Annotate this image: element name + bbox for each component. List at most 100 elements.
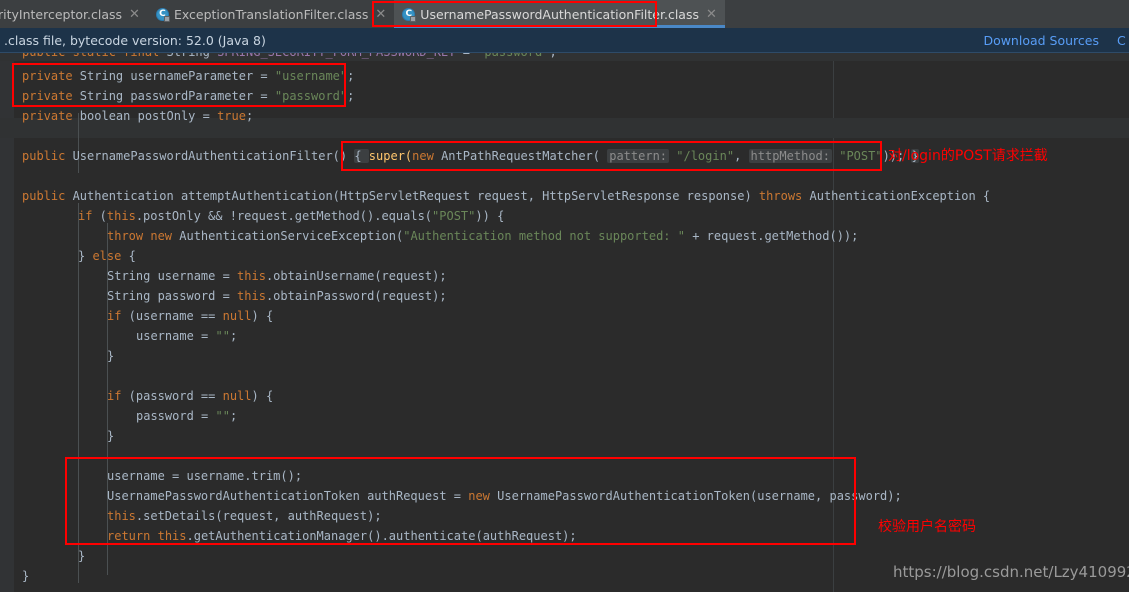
method-signature: Authentication attemptAuthentication(Htt… <box>65 189 759 203</box>
close-icon[interactable]: ✕ <box>375 8 386 21</box>
annotation-note-verify: 校验用户名密码 <box>878 519 976 535</box>
kw-new: new <box>143 229 173 243</box>
authentication-service-exception: AuthenticationServiceException( <box>172 229 404 243</box>
string-password: "password" <box>274 89 348 103</box>
set-details-call: .setDetails(request, authRequest); <box>135 509 382 523</box>
code-content: public static final String SPRING_SECURI… <box>0 53 1129 592</box>
string-login-path: "/login" <box>669 149 735 163</box>
blog-url-watermark: https://blog.csdn.net/Lzy410992 <box>893 563 1129 581</box>
paren-open: ( <box>92 209 107 223</box>
username-null-check: (username == <box>121 309 223 323</box>
kw-null: null <box>222 389 252 403</box>
code-line-auth-request-decl: UsernamePasswordAuthenticationToken auth… <box>107 486 902 506</box>
authenticate-call: .getAuthenticationManager().authenticate… <box>186 529 577 543</box>
string-not-supported: "Authentication method not supported: " <box>403 229 685 243</box>
assign-username: username = <box>136 329 216 343</box>
code-line-username-empty: username = ""; <box>136 326 237 346</box>
code-line-username-trim: username = username.trim(); <box>107 466 302 486</box>
brace-open: { <box>121 249 136 263</box>
code-line-if-username-null: if (username == null) { <box>107 306 273 326</box>
kw-this: this <box>106 209 136 223</box>
code-line-return-authenticate: return this.getAuthenticationManager().a… <box>107 526 577 546</box>
brace-close: } <box>107 349 115 363</box>
semicolon: ; <box>347 69 355 83</box>
code-line-password-empty: password = ""; <box>136 406 237 426</box>
java-class-locked-icon: C <box>402 7 417 22</box>
super-call: super( <box>368 149 413 163</box>
semicolon: ; <box>229 409 238 423</box>
decl-username: String username = <box>107 269 238 283</box>
code-line-obtain-password: String password = this.obtainPassword(re… <box>107 286 447 306</box>
brace-close: } <box>107 429 115 443</box>
code-line-password-parameter: private String passwordParameter = "pass… <box>22 86 354 106</box>
brace-close: } <box>78 549 86 563</box>
kw-this: this <box>107 509 136 523</box>
tab-security-interceptor[interactable]: rityInterceptor.class ✕ <box>0 0 148 28</box>
close-icon[interactable]: ✕ <box>129 8 140 21</box>
brace-open: { <box>354 149 369 163</box>
password-null-check: (password == <box>121 389 223 403</box>
comma: , <box>734 149 749 163</box>
code-line-clipped: public static final String SPRING_SECURI… <box>22 53 557 62</box>
tab-username-password-authentication-filter[interactable]: C UsernamePasswordAuthenticationFilter.c… <box>394 0 725 28</box>
code-line-set-details: this.setDetails(request, authRequest); <box>107 506 382 526</box>
brace-close: } <box>22 569 30 583</box>
semicolon: ; <box>229 329 238 343</box>
code-editor[interactable]: public static final String SPRING_SECURI… <box>0 53 1129 592</box>
decl-username-parameter: String usernameParameter = <box>72 69 275 83</box>
code-line-obtain-username: String username = this.obtainUsername(re… <box>107 266 447 286</box>
close-icon[interactable]: ✕ <box>706 8 717 21</box>
tab-label: UsernamePasswordAuthenticationFilter.cla… <box>420 6 699 22</box>
kw-return: return <box>107 529 151 543</box>
auth-request-declaration: UsernamePasswordAuthenticationToken auth… <box>107 489 469 503</box>
exception-type: AuthenticationException { <box>802 189 991 203</box>
assign-password: password = <box>136 409 216 423</box>
tab-exception-translation-filter[interactable]: C ExceptionTranslationFilter.class ✕ <box>148 0 394 28</box>
kw-private: private <box>22 69 73 83</box>
token-constructor-call: UsernamePasswordAuthenticationToken(user… <box>489 489 902 503</box>
string-username: "username" <box>274 69 348 83</box>
lock-icon <box>410 15 417 22</box>
bytecode-info-bar: .class file, bytecode version: 52.0 (Jav… <box>0 28 1129 53</box>
constructor-name: UsernamePasswordAuthenticationFilter() <box>65 149 355 163</box>
code-line-close-if-username: } <box>107 346 114 366</box>
if-tail: ) { <box>251 389 274 403</box>
kw-throw: throw <box>107 229 144 243</box>
annotation-note-login: 对/login的POST请求拦截 <box>888 148 1048 164</box>
throw-tail: + request.getMethod()); <box>684 229 859 243</box>
kw-this: this <box>237 289 266 303</box>
string-empty: "" <box>215 409 230 423</box>
code-line-close-if-password: } <box>107 426 114 446</box>
kw-else: else <box>92 249 122 263</box>
trim-call: username = username.trim(); <box>107 469 303 483</box>
secondary-link[interactable]: C <box>1117 33 1127 48</box>
code-line-throw-exception: throw new AuthenticationServiceException… <box>107 226 858 246</box>
obtain-username-call: .obtainUsername(request); <box>265 269 447 283</box>
if-tail: ) { <box>251 309 274 323</box>
decl-password-parameter: String passwordParameter = <box>72 89 275 103</box>
obtain-password-call: .obtainPassword(request); <box>265 289 447 303</box>
string-post-method: "POST" <box>832 149 883 163</box>
download-sources-link[interactable]: Download Sources <box>983 33 1099 48</box>
code-line-post-only: private boolean postOnly = true; <box>22 106 253 126</box>
code-line-attempt-authentication-signature: public Authentication attemptAuthenticat… <box>22 186 990 206</box>
string-empty: "" <box>215 329 230 343</box>
if-condition: .postOnly && !request.getMethod().equals… <box>135 209 433 223</box>
kw-new: new <box>412 149 434 163</box>
kw-if: if <box>78 209 93 223</box>
java-class-locked-icon: C <box>155 7 170 22</box>
kw-null: null <box>222 309 252 323</box>
lock-icon <box>163 15 170 22</box>
editor-tab-bar: rityInterceptor.class ✕ C ExceptionTrans… <box>0 0 1129 28</box>
kw-this: this <box>237 269 266 283</box>
if-tail: )) { <box>475 209 505 223</box>
code-line-close-else: } <box>78 546 85 566</box>
kw-if: if <box>107 309 122 323</box>
literal-true: true <box>217 109 246 123</box>
code-line-constructor: public UsernamePasswordAuthenticationFil… <box>22 146 919 166</box>
tab-label: rityInterceptor.class <box>0 6 123 22</box>
tab-label: ExceptionTranslationFilter.class <box>173 6 369 22</box>
kw-private: private <box>22 89 73 103</box>
bytecode-version-label: .class file, bytecode version: 52.0 (Jav… <box>4 32 266 48</box>
code-line-else: } else { <box>78 246 136 266</box>
